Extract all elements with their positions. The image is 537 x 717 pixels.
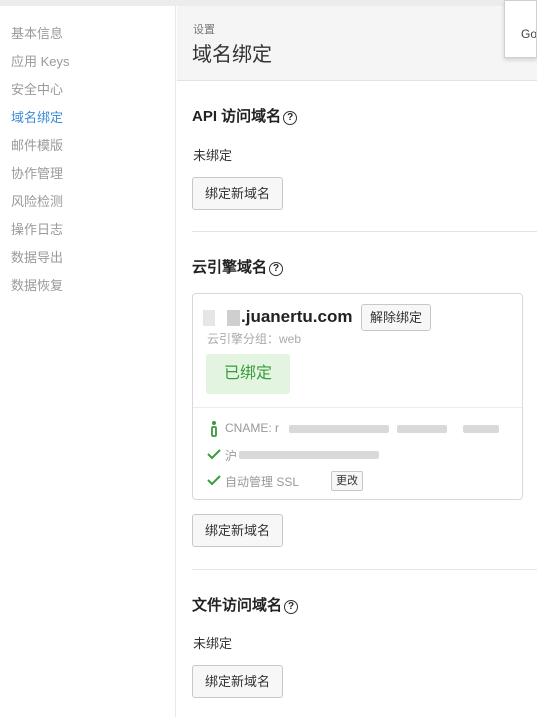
sidebar-item-operation-log[interactable]: 操作日志 [11, 222, 63, 238]
bound-domain-name: .juanertu.com [241, 307, 353, 326]
api-domain-status: 未绑定 [193, 148, 233, 163]
file-domain-section-title: 文件访问域名? [192, 594, 299, 615]
page-title: 域名绑定 [192, 44, 272, 66]
engine-domain-card: .juanertu.com 解除绑定 云引擎分组：web 已绑定 CNAME: … [192, 293, 523, 500]
api-bind-new-domain-button[interactable]: 绑定新域名 [192, 177, 284, 210]
masked-text [227, 310, 240, 326]
check-icon [207, 475, 221, 486]
ssl-label: 自动管理 SSL [225, 475, 300, 489]
question-circle-icon[interactable]: ? [284, 600, 299, 614]
change-ssl-button[interactable]: 更改 [331, 471, 363, 491]
sidebar-item-email-templates[interactable]: 邮件模版 [11, 138, 63, 154]
sidebar-item-risk-detection[interactable]: 风险检测 [11, 194, 63, 210]
sidebar-item-domain-binding[interactable]: 域名绑定 [11, 110, 63, 126]
info-icon [211, 421, 217, 437]
api-domain-section-title: API 访问域名? [192, 105, 298, 126]
sidebar-item-data-restore[interactable]: 数据恢复 [11, 278, 63, 294]
engine-group-label: 云引擎分组：web [207, 332, 302, 346]
cname-label: CNAME: r [225, 421, 279, 435]
question-circle-icon[interactable]: ? [283, 111, 298, 125]
engine-domain-section-title: 云引擎域名? [192, 256, 284, 277]
dns-check-label: 沪 [225, 449, 238, 463]
sidebar-nav: 基本信息 应用 Keys 安全中心 域名绑定 邮件模版 协作管理 风险检测 操作… [0, 6, 176, 717]
sidebar-item-data-export[interactable]: 数据导出 [11, 250, 63, 266]
question-circle-icon[interactable]: ? [269, 262, 284, 276]
section-divider [192, 231, 537, 232]
dropdown-popup[interactable]: Go [504, 0, 537, 58]
card-divider [193, 407, 522, 408]
sidebar-item-app-keys[interactable]: 应用 Keys [11, 54, 70, 70]
bound-status-badge: 已绑定 [206, 354, 290, 394]
breadcrumb[interactable]: 设置 [193, 21, 215, 37]
masked-text [289, 425, 389, 433]
sidebar-item-basic-info[interactable]: 基本信息 [11, 26, 63, 42]
file-domain-title-text: 文件访问域名 [192, 597, 283, 614]
api-domain-title-text: API 访问域名 [192, 108, 282, 125]
masked-text [239, 451, 379, 459]
check-icon [207, 449, 221, 460]
file-domain-status: 未绑定 [193, 636, 233, 651]
masked-text [397, 425, 447, 433]
ssl-row: 自动管理 SSL 更改 [207, 471, 507, 491]
popup-item-label[interactable]: Go [521, 27, 536, 41]
sidebar-item-collaboration[interactable]: 协作管理 [11, 166, 63, 182]
engine-bind-new-domain-button[interactable]: 绑定新域名 [192, 514, 284, 547]
engine-domain-title-text: 云引擎域名 [192, 259, 268, 276]
masked-text [203, 310, 215, 326]
masked-text [463, 425, 499, 433]
sidebar-item-security[interactable]: 安全中心 [11, 82, 63, 98]
file-bind-new-domain-button[interactable]: 绑定新域名 [192, 665, 284, 698]
section-divider [192, 569, 537, 570]
page-header: 设置 域名绑定 [177, 6, 537, 81]
unbind-button[interactable]: 解除绑定 [361, 304, 432, 331]
